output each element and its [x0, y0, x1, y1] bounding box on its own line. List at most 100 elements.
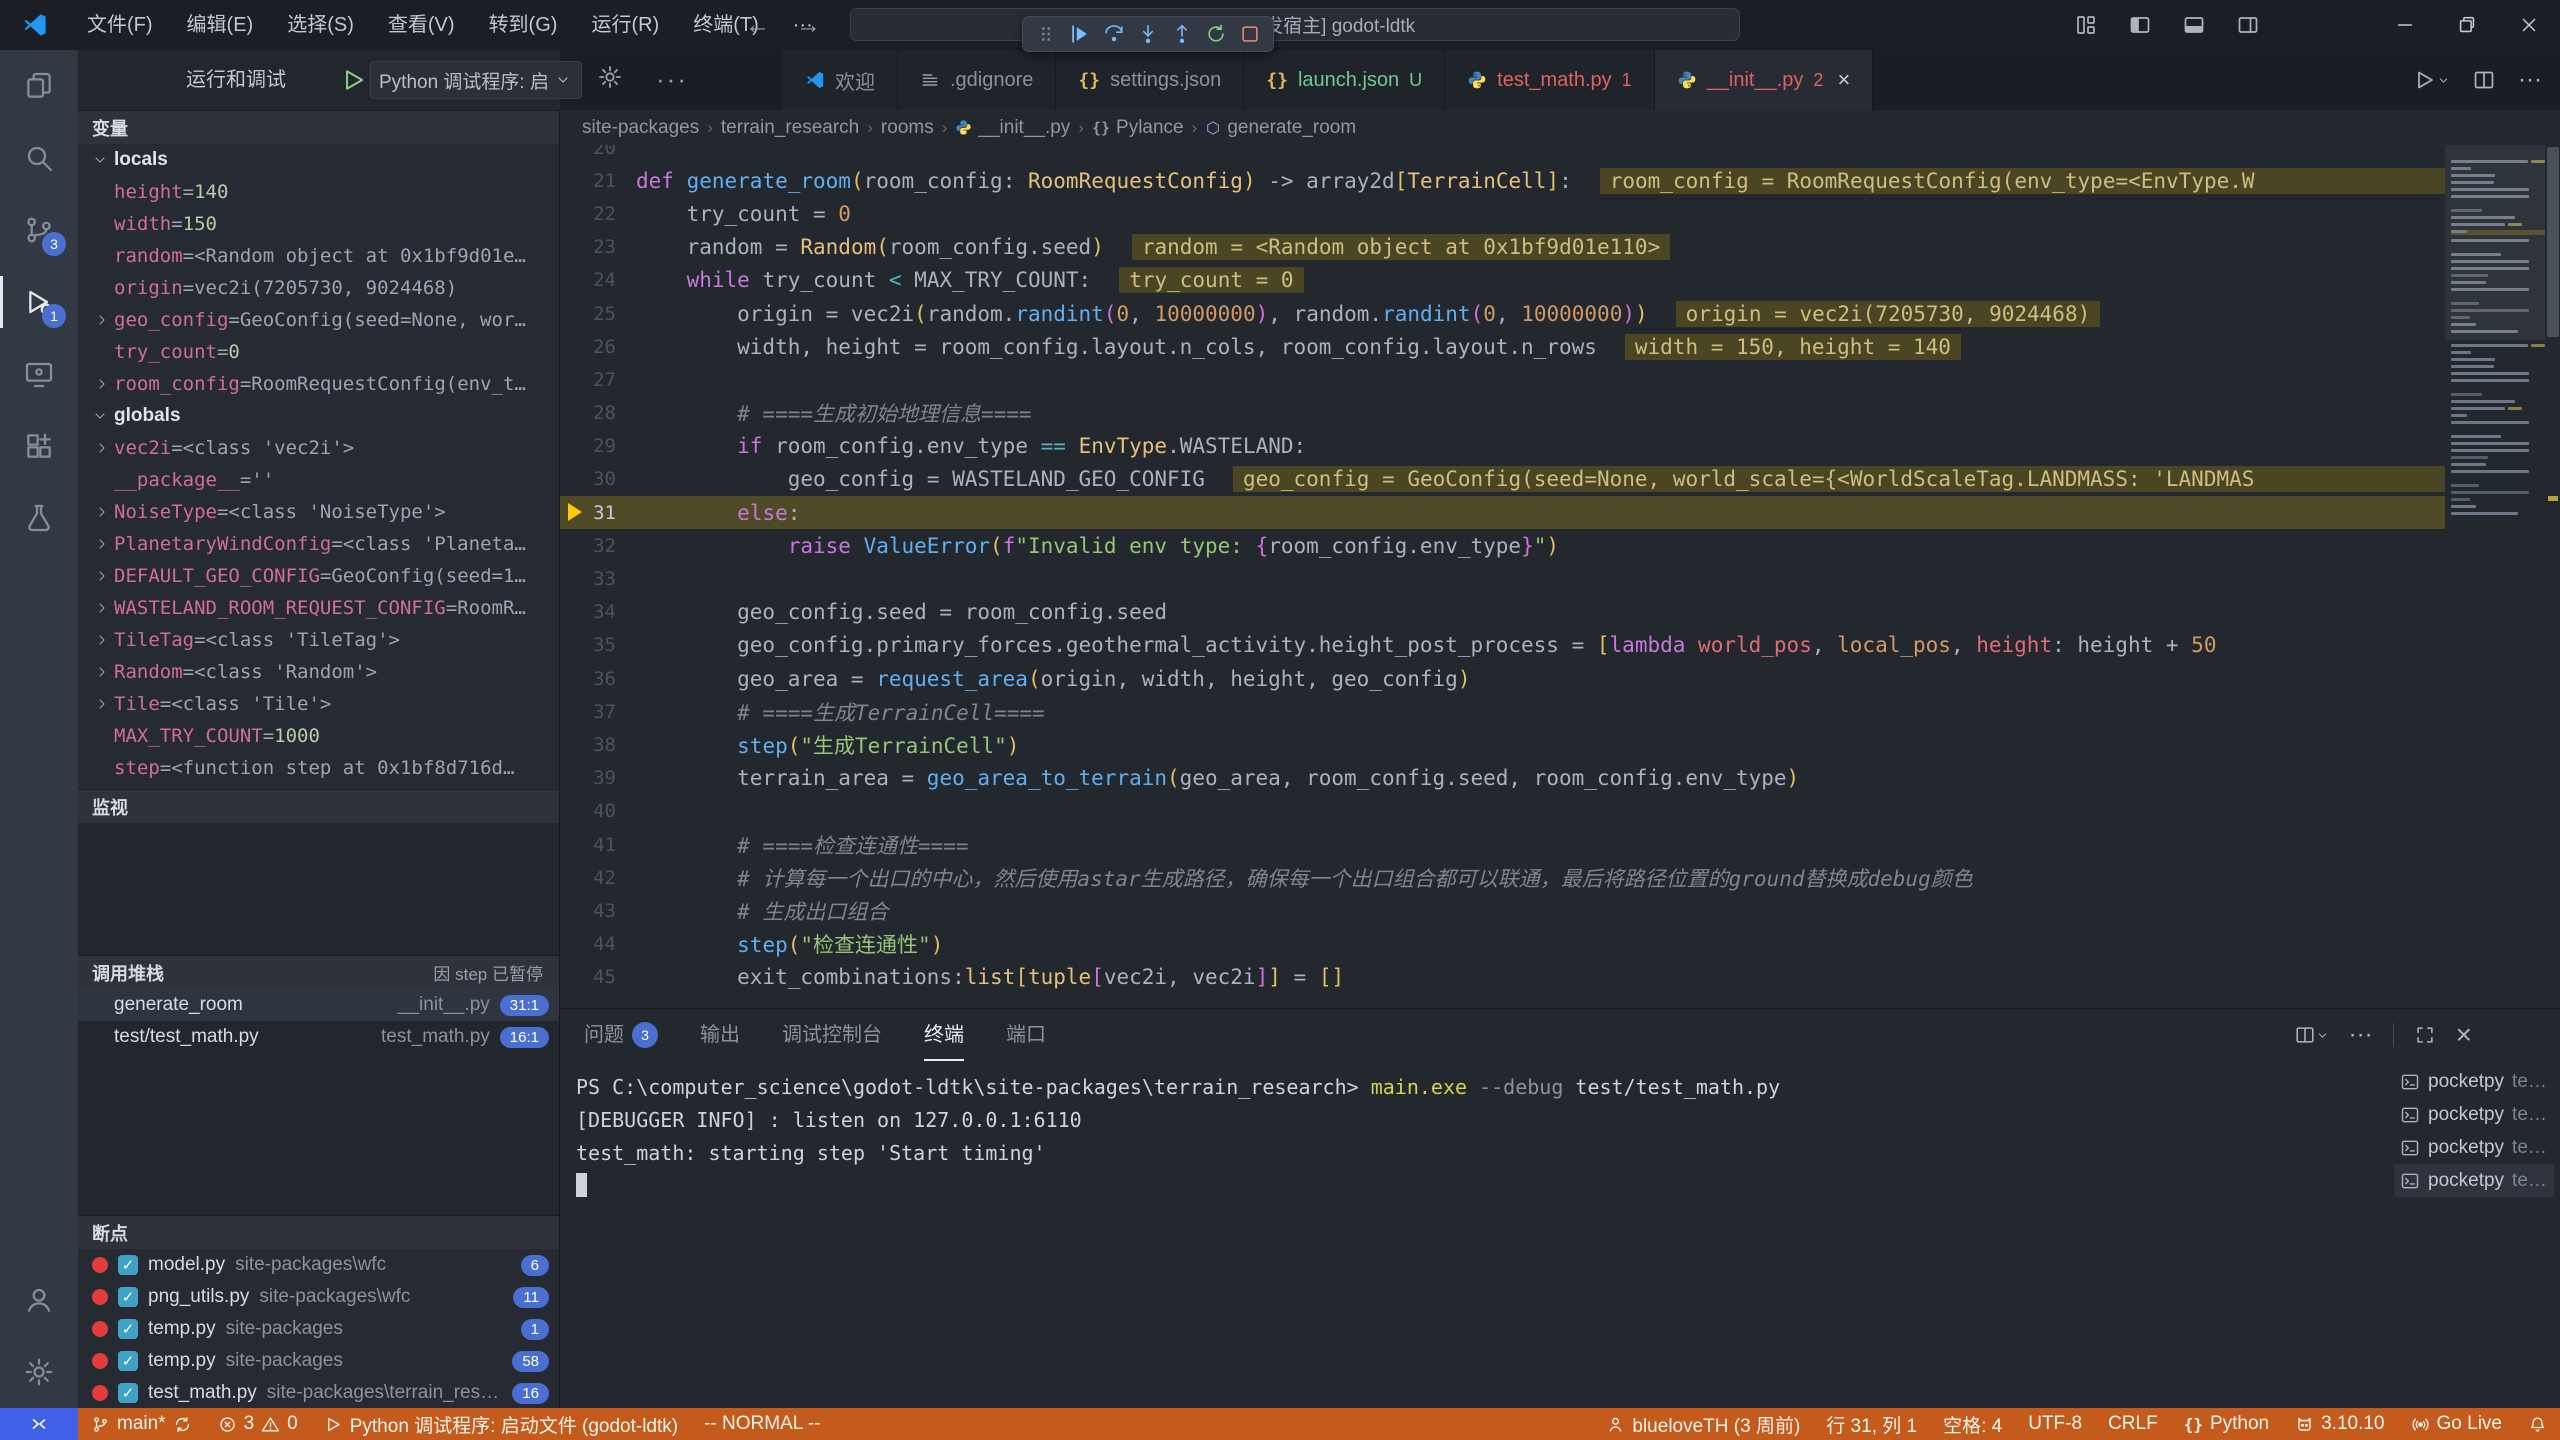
- code-line-30[interactable]: 30 geo_config = WASTELAND_GEO_CONFIGgeo_…: [560, 463, 2445, 496]
- code-line-20[interactable]: 20: [560, 145, 2445, 164]
- terminal-output[interactable]: PS C:\computer_science\godot-ldtk\site-p…: [576, 1071, 2380, 1398]
- breakpoint-row[interactable]: ✓temp.pysite-packages1: [78, 1313, 559, 1345]
- customize-layout-icon[interactable]: [2074, 13, 2098, 37]
- code-line-22[interactable]: 22 try_count = 0: [560, 197, 2445, 230]
- minimap-slider[interactable]: [2445, 145, 2545, 340]
- restore-button[interactable]: [2436, 0, 2498, 50]
- menu-item[interactable]: 运行(R): [574, 0, 676, 50]
- panel-tab-问题[interactable]: 问题3: [584, 1009, 658, 1061]
- status-encoding[interactable]: UTF-8: [2015, 1408, 2095, 1440]
- breakpoint-row[interactable]: ✓png_utils.pysite-packages\wfc11: [78, 1281, 559, 1313]
- code-line-35[interactable]: 35 geo_config.primary_forces.geothermal_…: [560, 629, 2445, 662]
- status-language[interactable]: {}Python: [2171, 1408, 2282, 1440]
- panel-tab-输出[interactable]: 输出: [700, 1009, 740, 1061]
- code-line-31[interactable]: 31 else:: [560, 496, 2445, 529]
- breakpoint-row[interactable]: ✓temp.pysite-packages58: [78, 1345, 559, 1377]
- remote-indicator[interactable]: [0, 1408, 78, 1440]
- code-line-42[interactable]: 42 # 计算每一个出口的中心，然后使用astar生成路径，确保每一个出口组合都…: [560, 861, 2445, 894]
- debug-settings-gear-icon[interactable]: [597, 64, 623, 90]
- checkbox-checked[interactable]: ✓: [118, 1351, 138, 1371]
- more-actions-icon[interactable]: ···: [656, 64, 696, 95]
- variable-row[interactable]: geo_config = GeoConfig(seed=None, wor…: [78, 304, 559, 336]
- code-line-43[interactable]: 43 # 生成出口组合: [560, 894, 2445, 927]
- debug-step-out-button[interactable]: [1167, 19, 1197, 49]
- command-center-search[interactable]: [扩展开发宿主] godot-ldtk: [850, 8, 1740, 41]
- forward-icon[interactable]: →: [796, 11, 821, 40]
- breadcrumb-item[interactable]: __init__.py: [955, 117, 1070, 139]
- variable-row[interactable]: vec2i = <class 'vec2i'>: [78, 432, 559, 464]
- activity-source-control[interactable]: 3: [0, 194, 78, 266]
- menu-item[interactable]: 编辑(E): [170, 0, 271, 50]
- tab-欢迎[interactable]: 欢迎: [783, 50, 898, 110]
- variable-row[interactable]: try_count = 0: [78, 336, 559, 368]
- code-line-27[interactable]: 27: [560, 363, 2445, 396]
- tab-settings.json[interactable]: {}settings.json: [1056, 50, 1244, 110]
- terminal-list-item[interactable]: pocketpyte…: [2394, 1098, 2554, 1131]
- variable-row[interactable]: room_config = RoomRequestConfig(env_t…: [78, 368, 559, 400]
- status-cursor-position[interactable]: 行 31, 列 1: [1813, 1408, 1930, 1440]
- menu-item[interactable]: 转到(G): [472, 0, 575, 50]
- code-line-23[interactable]: 23 random = Random(room_config.seed)rand…: [560, 231, 2445, 264]
- menu-item[interactable]: 选择(S): [270, 0, 371, 50]
- debug-step-into-button[interactable]: [1133, 19, 1163, 49]
- breadcrumb-item[interactable]: {}Pylance: [1092, 117, 1184, 139]
- start-debug-button[interactable]: [340, 66, 368, 94]
- breakpoint-row[interactable]: ✓test_math.pysite-packages\terrain_res…1…: [78, 1377, 559, 1409]
- activity-testing[interactable]: [0, 482, 78, 554]
- code-line-25[interactable]: 25 origin = vec2i(random.randint(0, 1000…: [560, 297, 2445, 330]
- checkbox-checked[interactable]: ✓: [118, 1319, 138, 1339]
- code-line-44[interactable]: 44 step("检查连通性"): [560, 928, 2445, 961]
- debug-stop-button[interactable]: [1235, 19, 1265, 49]
- variable-group-globals[interactable]: globals: [78, 400, 559, 432]
- activity-remote-explorer[interactable]: [0, 338, 78, 410]
- variable-row[interactable]: Tile = <class 'Tile'>: [78, 688, 559, 720]
- stack-frame[interactable]: generate_room__init__.py31:1: [78, 989, 559, 1021]
- code-line-34[interactable]: 34 geo_config.seed = room_config.seed: [560, 596, 2445, 629]
- code-line-29[interactable]: 29 if room_config.env_type == EnvType.WA…: [560, 430, 2445, 463]
- code-line-39[interactable]: 39 terrain_area = geo_area_to_terrain(ge…: [560, 762, 2445, 795]
- variable-group-locals[interactable]: locals: [78, 144, 559, 176]
- terminal-list-item[interactable]: pocketpyte…: [2394, 1065, 2554, 1098]
- variable-row[interactable]: step = <function step at 0x1bf8d716d…: [78, 752, 559, 784]
- variable-row[interactable]: NoiseType = <class 'NoiseType'>: [78, 496, 559, 528]
- minimize-button[interactable]: [2374, 0, 2436, 50]
- variable-row[interactable]: PlanetaryWindConfig = <class 'Planeta…: [78, 528, 559, 560]
- code-line-36[interactable]: 36 geo_area = request_area(origin, width…: [560, 662, 2445, 695]
- code-line-24[interactable]: 24 while try_count < MAX_TRY_COUNT:try_c…: [560, 264, 2445, 297]
- activity-extensions[interactable]: [0, 410, 78, 482]
- code-line-32[interactable]: 32 raise ValueError(f"Invalid env type: …: [560, 529, 2445, 562]
- minimap[interactable]: [2445, 145, 2545, 1008]
- status-eol[interactable]: CRLF: [2095, 1408, 2171, 1440]
- section-watch[interactable]: 监视: [78, 789, 559, 823]
- tab-.gdignore[interactable]: .gdignore: [898, 50, 1056, 110]
- toggle-panel-icon[interactable]: [2182, 13, 2206, 37]
- code-line-40[interactable]: 40: [560, 795, 2445, 828]
- status-notifications[interactable]: [2515, 1408, 2560, 1440]
- checkbox-checked[interactable]: ✓: [118, 1255, 138, 1275]
- toggle-secondary-sidebar-icon[interactable]: [2236, 13, 2260, 37]
- activity-settings-gear[interactable]: [0, 1336, 78, 1408]
- close-panel-icon[interactable]: ×: [2456, 1019, 2472, 1051]
- debug-continue-button[interactable]: [1065, 19, 1095, 49]
- maximize-panel-icon[interactable]: [2414, 1024, 2436, 1046]
- code-line-28[interactable]: 28 # ====生成初始地理信息====: [560, 397, 2445, 430]
- menu-item[interactable]: 文件(F): [70, 0, 170, 50]
- more-actions-icon[interactable]: ···: [2349, 1021, 2373, 1049]
- variable-row[interactable]: __package__ = '': [78, 464, 559, 496]
- toggle-sidebar-icon[interactable]: [2128, 13, 2152, 37]
- tab-launch.json[interactable]: {}launch.jsonU: [1244, 50, 1445, 110]
- variable-row[interactable]: width = 150: [78, 208, 559, 240]
- debug-config-dropdown[interactable]: Python 调试程序: 启: [370, 61, 582, 99]
- activity-account[interactable]: [0, 1264, 78, 1336]
- code-line-37[interactable]: 37 # ====生成TerrainCell====: [560, 695, 2445, 728]
- status-go-live[interactable]: Go Live: [2398, 1408, 2515, 1440]
- status-branch[interactable]: main*: [78, 1408, 205, 1440]
- code-line-38[interactable]: 38 step("生成TerrainCell"): [560, 728, 2445, 761]
- variable-row[interactable]: origin = vec2i(7205730, 9024468): [78, 272, 559, 304]
- checkbox-checked[interactable]: ✓: [118, 1383, 138, 1403]
- back-icon[interactable]: ←: [745, 11, 770, 40]
- section-variables[interactable]: 变量: [78, 110, 559, 144]
- code-line-33[interactable]: 33: [560, 562, 2445, 595]
- checkbox-checked[interactable]: ✓: [118, 1287, 138, 1307]
- activity-search[interactable]: [0, 122, 78, 194]
